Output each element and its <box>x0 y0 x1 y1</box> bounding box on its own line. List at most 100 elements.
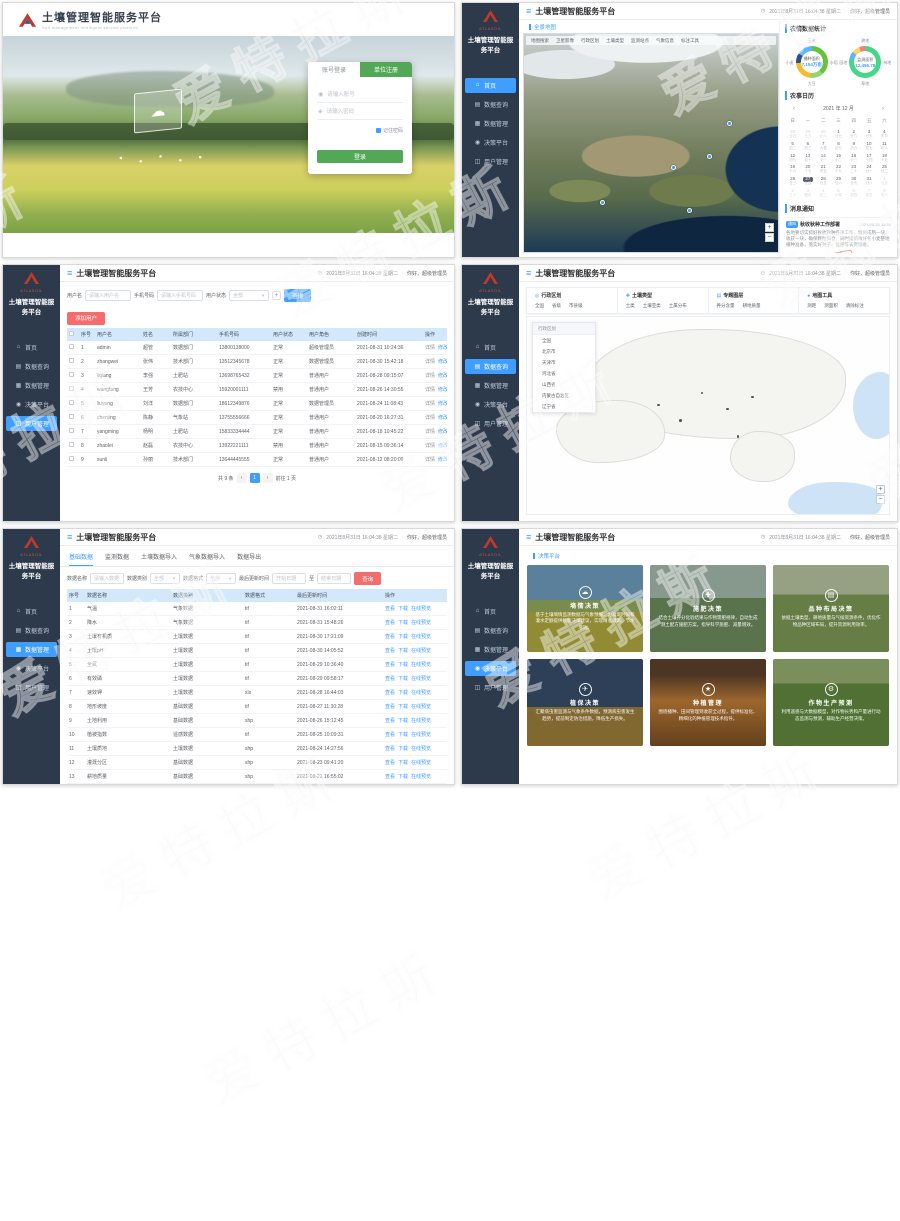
row-checkbox[interactable] <box>69 372 74 377</box>
detail-link[interactable]: 详情 <box>425 415 435 421</box>
calendar-day[interactable]: 3 廿九 <box>861 129 876 141</box>
sidebar-item-data-query[interactable]: ▤数据查询 <box>465 359 516 374</box>
toolbar-option[interactable]: 土类 <box>626 303 635 309</box>
calendar-day[interactable]: 12 初九 <box>785 153 800 165</box>
detail-link[interactable]: 详情 <box>425 359 435 365</box>
toolbar-option[interactable]: 省级 <box>552 303 561 309</box>
download-link[interactable]: 下载 <box>398 746 408 752</box>
tab-export[interactable]: 数据导出 <box>237 552 261 566</box>
calendar-day[interactable]: 18 十五 <box>877 153 892 165</box>
detail-link[interactable]: 详情 <box>425 401 435 407</box>
view-link[interactable]: 查看 <box>385 690 395 696</box>
download-link[interactable]: 下载 <box>398 718 408 724</box>
preview-link[interactable]: 在线预览 <box>411 746 431 752</box>
download-link[interactable]: 下载 <box>398 690 408 696</box>
sidebar-item-home[interactable]: ⌂首页 <box>6 340 57 355</box>
view-link[interactable]: 查看 <box>385 774 395 780</box>
sidebar-item-data-management[interactable]: ▦数据管理 <box>6 642 57 657</box>
row-checkbox[interactable] <box>69 442 74 447</box>
password-field[interactable]: ◈ 请输入密码 <box>317 103 403 120</box>
row-checkbox[interactable] <box>69 456 74 461</box>
satellite-map[interactable]: 地图搜索卫星影像行政区划土壤类型监测站点气象信息标注工具 + − <box>523 33 779 253</box>
preview-link[interactable]: 在线预览 <box>411 690 431 696</box>
toolbar-option[interactable]: 测面积 <box>824 303 838 309</box>
sidebar-item-decision[interactable]: ◉决策平台 <box>6 661 57 676</box>
sidebar-item-data-query[interactable]: ▤数据查询 <box>465 623 516 638</box>
map-toolbar-item[interactable]: 监测站点 <box>631 38 649 44</box>
sidebar-item-data-management[interactable]: ▦数据管理 <box>465 378 516 393</box>
calendar-day[interactable]: 25 廿二 <box>877 164 892 176</box>
calendar-day[interactable]: 1 廿七 <box>831 129 846 141</box>
end-date-input[interactable] <box>317 573 351 584</box>
username-filter-input[interactable] <box>85 290 131 301</box>
detail-link[interactable]: 详情 <box>425 345 435 351</box>
search-button[interactable]: 查询 <box>354 572 381 585</box>
tab-account-login[interactable]: 账号登录 <box>308 62 360 77</box>
calendar-day[interactable]: 23 二十 <box>846 164 861 176</box>
calendar-day[interactable]: 9 初六 <box>846 141 861 153</box>
map-toolbar-item[interactable]: 标注工具 <box>681 38 699 44</box>
download-link[interactable]: 下载 <box>398 704 408 710</box>
download-link[interactable]: 下载 <box>398 648 408 654</box>
map-marker[interactable] <box>671 165 676 170</box>
tab-monitor-data[interactable]: 监测数据 <box>105 552 129 566</box>
preview-link[interactable]: 在线预览 <box>411 704 431 710</box>
calendar-day[interactable]: 1 元旦 <box>877 176 892 188</box>
calendar-day[interactable]: 31 廿八 <box>861 176 876 188</box>
menu-toggle-icon[interactable]: ≡ <box>526 269 531 278</box>
dropdown-item[interactable]: 辽宁省 <box>533 401 595 412</box>
notice-item[interactable]: 通知 秋收秋种工作部署 2021-08-30 16:54 各地要切实抓好秋收秋种… <box>785 217 892 253</box>
decision-card[interactable]: ⚙ 作物生产预测 利用遥感与大数据模型，对作物长势和产量进行动态监测与预测，辅助… <box>773 659 889 746</box>
toolbar-option[interactable]: 清除标注 <box>846 303 864 309</box>
sidebar-item-decision[interactable]: ◉决策平台 <box>6 397 57 412</box>
row-checkbox[interactable] <box>69 414 74 419</box>
toolbar-option[interactable]: 测距 <box>807 303 816 309</box>
detail-link[interactable]: 详情 <box>425 373 435 379</box>
calendar-day[interactable]: 6 初四 <box>846 188 861 200</box>
select-all-checkbox[interactable] <box>69 331 74 336</box>
sidebar-item-data-management[interactable]: ▦数据管理 <box>465 116 516 131</box>
user-greeting[interactable]: 你好，超级管理员 <box>407 270 447 277</box>
format-select[interactable]: 全部▼ <box>206 573 236 584</box>
dropdown-item[interactable]: 内蒙古自治区 <box>533 390 595 401</box>
change-password-link[interactable]: 修改密码 <box>438 401 447 407</box>
map-toolbar-item[interactable]: 地图搜索 <box>531 38 549 44</box>
detail-link[interactable]: 详情 <box>425 457 435 463</box>
view-link[interactable]: 查看 <box>385 732 395 738</box>
calendar-day[interactable]: 16 十三 <box>846 153 861 165</box>
tab-weather-import[interactable]: 气象数据导入 <box>189 552 225 566</box>
search-button[interactable]: 查询 <box>284 289 311 302</box>
decision-card[interactable]: ✈ 植保决策 汇聚病虫害监测与气象条件数据，预测病虫害发生趋势，提前制定防治措施… <box>527 659 643 746</box>
data-name-input[interactable] <box>90 573 124 584</box>
sidebar-item-user-management[interactable]: ◫用户管理 <box>465 680 516 695</box>
toolbar-option[interactable]: 土属分布 <box>669 303 687 309</box>
calendar-day[interactable]: 5 初二 <box>785 141 800 153</box>
calendar-day[interactable]: 28 廿五 <box>816 176 831 188</box>
change-password-link[interactable]: 修改密码 <box>438 415 447 421</box>
calendar-day[interactable]: 10 初七 <box>861 141 876 153</box>
username-field[interactable]: ◉ 请输入账号 <box>317 86 403 103</box>
tab-soil-import[interactable]: 土壤数据导入 <box>141 552 177 566</box>
decision-card[interactable]: ✚ 施肥决策 结合土壤养分化验结果与作物需肥规律，自动生成测土配方施肥方案，指导… <box>650 565 766 652</box>
remember-checkbox[interactable] <box>376 128 381 133</box>
zoom-in-button[interactable]: + <box>876 485 885 494</box>
calendar-day[interactable]: 8 初六 <box>877 188 892 200</box>
calendar-day[interactable]: 2 廿八 <box>846 129 861 141</box>
sidebar-item-data-query[interactable]: ▤数据查询 <box>6 623 57 638</box>
toolbar-option[interactable]: 养分含量 <box>717 303 735 309</box>
dropdown-item[interactable]: 天津市 <box>533 357 595 368</box>
dropdown-item[interactable]: 山西省 <box>533 379 595 390</box>
download-link[interactable]: 下载 <box>398 606 408 612</box>
map-toolbar-item[interactable]: 土壤类型 <box>606 38 624 44</box>
view-link[interactable]: 查看 <box>385 746 395 752</box>
calendar-day[interactable]: 7 初五 <box>861 188 876 200</box>
detail-link[interactable]: 详情 <box>425 387 435 393</box>
sidebar-item-user-management[interactable]: ◫用户管理 <box>465 154 516 169</box>
tab-basic-data[interactable]: 基础数据 <box>69 552 93 566</box>
calendar-day[interactable]: 17 十四 <box>861 153 876 165</box>
preview-link[interactable]: 在线预览 <box>411 760 431 766</box>
decision-card[interactable]: ☁ 墒情决策 基于土壤墒情监测数据与气象预报，为灌溉时间和灌水定额提供智能决策建… <box>527 565 643 652</box>
view-link[interactable]: 查看 <box>385 718 395 724</box>
view-link[interactable]: 查看 <box>385 662 395 668</box>
calendar-day[interactable]: 29 廿五 <box>800 129 815 141</box>
